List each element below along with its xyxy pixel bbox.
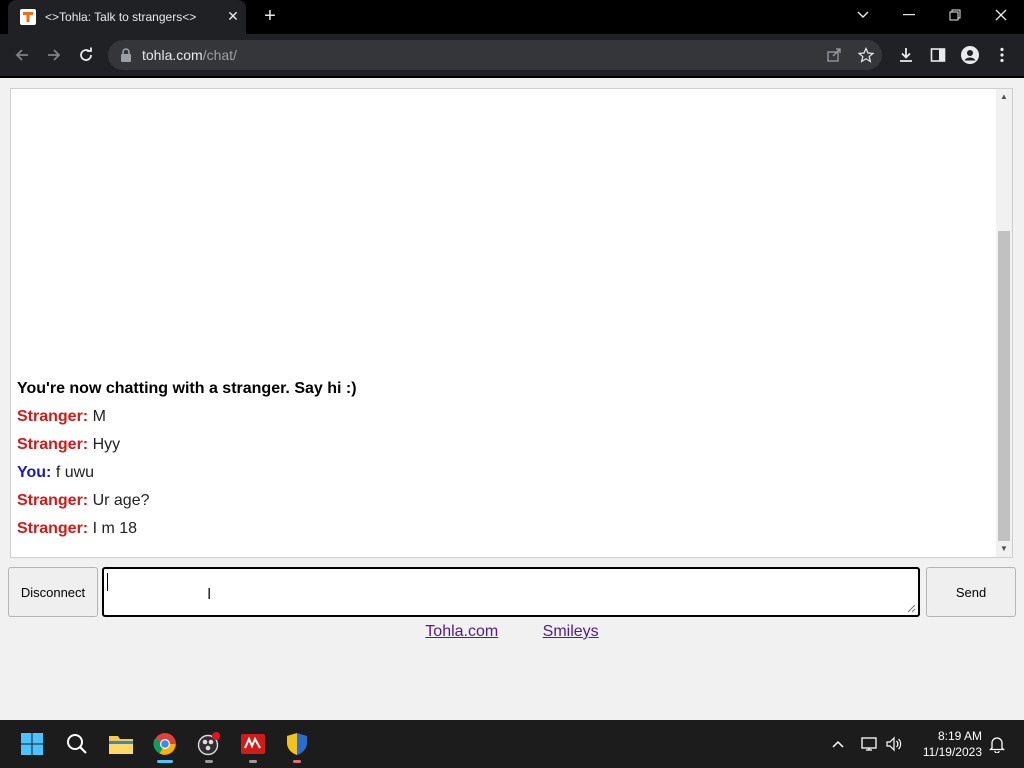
url-text: tohla.com/chat/ [142, 47, 237, 63]
tohla-favicon-icon [20, 9, 36, 25]
scroll-thumb[interactable] [998, 231, 1010, 541]
scroll-up-arrow-icon[interactable]: ▲ [996, 89, 1012, 105]
disconnect-button[interactable]: Disconnect [8, 567, 98, 617]
obs-icon[interactable] [193, 728, 225, 760]
star-icon[interactable] [856, 45, 876, 65]
message-list: You're now chatting with a stranger. Say… [17, 375, 357, 543]
app-red-icon[interactable] [237, 728, 269, 760]
reload-icon[interactable] [74, 43, 98, 67]
message-text: Ur age? [92, 492, 150, 509]
more-menu-icon[interactable] [990, 43, 1014, 67]
back-icon[interactable] [10, 43, 34, 67]
address-bar[interactable]: tohla.com/chat/ [108, 40, 882, 70]
tab-close-icon[interactable]: ✕ [225, 8, 241, 24]
ibeam-cursor-icon: I [207, 585, 212, 603]
chat-message: Stranger: Hyy [17, 431, 357, 459]
message-sender: Stranger: [17, 408, 89, 425]
system-clock[interactable]: 8:19 AM 11/19/2023 [918, 728, 982, 760]
forward-icon[interactable] [42, 43, 66, 67]
clock-date: 11/19/2023 [922, 745, 982, 759]
browser-tab[interactable]: <>Tohla: Talk to strangers<> ✕ [8, 0, 246, 34]
message-text: f uwu [55, 464, 95, 481]
scroll-down-arrow-icon[interactable]: ▼ [996, 541, 1012, 557]
profile-icon[interactable] [958, 43, 982, 67]
message-sender: Stranger: [17, 436, 89, 453]
message-input[interactable]: I [102, 567, 920, 617]
side-panel-icon[interactable] [926, 43, 950, 67]
message-sender: Stranger: [17, 520, 89, 537]
chat-scrollbar[interactable]: ▲ ▼ [996, 89, 1012, 557]
text-caret [107, 573, 108, 591]
security-shield-icon[interactable] [281, 728, 313, 760]
chat-message: Stranger: I m 18 [17, 515, 357, 543]
browser-tabstrip: <>Tohla: Talk to strangers<> ✕ + [0, 0, 1024, 34]
chat-message: Stranger: Ur age? [17, 487, 357, 515]
tab-search-chevron-down-icon[interactable] [840, 0, 886, 30]
message-text: M [92, 408, 106, 425]
notification-bell-icon[interactable] [987, 734, 1007, 754]
message-sender: Stranger: [17, 492, 89, 509]
running-app-indicator [205, 760, 213, 763]
chat-message: You: f uwu [17, 459, 357, 487]
network-icon[interactable] [860, 734, 880, 754]
new-tab-button[interactable]: + [258, 5, 282, 29]
file-explorer-icon[interactable] [105, 728, 137, 760]
chat-message: Stranger: M [17, 403, 357, 431]
resize-grip-icon[interactable] [906, 603, 916, 613]
message-text: I m 18 [92, 520, 138, 537]
clock-time: 8:19 AM [937, 729, 982, 743]
browser-toolbar: tohla.com/chat/ [0, 34, 1024, 76]
message-text: Hyy [92, 436, 121, 453]
smileys-link[interactable]: Smileys [543, 623, 599, 640]
download-icon[interactable] [894, 43, 918, 67]
chrome-icon[interactable] [149, 728, 181, 760]
tohla-home-link[interactable]: Tohla.com [425, 623, 498, 640]
active-app-indicator [157, 760, 173, 763]
windows-taskbar: 8:19 AM 11/19/2023 [0, 720, 1024, 768]
share-icon[interactable] [824, 45, 844, 65]
tab-title: <>Tohla: Talk to strangers<> [45, 10, 197, 24]
close-window-icon[interactable] [978, 0, 1024, 30]
footer-links: Tohla.com Smileys [0, 623, 1024, 641]
running-app-indicator [293, 760, 301, 763]
restore-icon[interactable] [932, 0, 978, 30]
minimize-icon[interactable] [886, 0, 932, 30]
message-sender: You: [17, 464, 52, 481]
running-app-indicator [249, 760, 257, 763]
search-icon[interactable] [61, 728, 93, 760]
chat-page: You're now chatting with a stranger. Say… [0, 78, 1024, 720]
volume-icon[interactable] [884, 734, 904, 754]
system-message: You're now chatting with a stranger. Say… [17, 380, 357, 397]
chat-log[interactable]: You're now chatting with a stranger. Say… [10, 88, 1013, 558]
chevron-up-icon[interactable] [828, 734, 848, 754]
lock-icon[interactable] [120, 48, 132, 62]
send-button[interactable]: Send [926, 567, 1016, 617]
windows-start-icon[interactable] [16, 728, 48, 760]
